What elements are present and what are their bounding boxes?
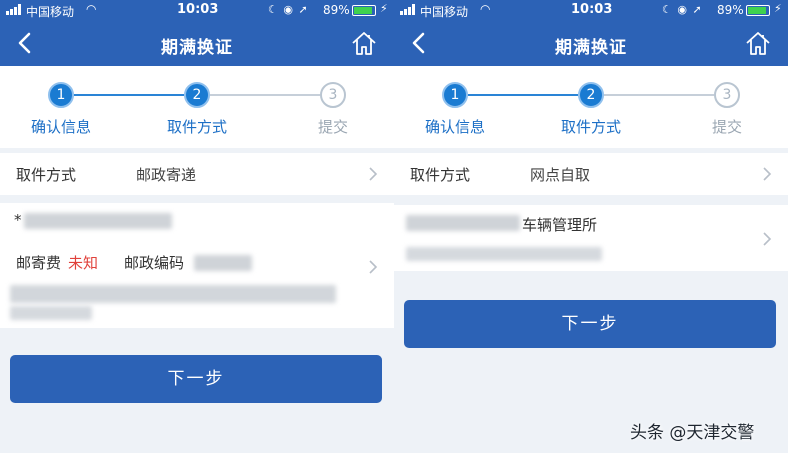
header-bar: 中国移动 ◠ 10:03 ☾ ◉ ➚ 89% ⚡ 期满换证 <box>394 0 788 66</box>
step-connector-pending <box>604 94 714 96</box>
wifi-icon: ◠ <box>480 2 491 16</box>
pickup-method-label: 取件方式 <box>410 166 471 184</box>
step-1-circle: 1 <box>442 82 468 108</box>
step-3-circle: 3 <box>714 82 740 108</box>
status-bar: 中国移动 ◠ 10:03 ☾ ◉ ➚ 89% ⚡ <box>0 0 394 20</box>
status-icons: ☾ ◉ ➚ <box>268 3 309 16</box>
status-bar: 中国移动 ◠ 10:03 ☾ ◉ ➚ 89% ⚡ <box>394 0 788 20</box>
chevron-right-icon <box>369 167 378 181</box>
step-2-label: 取件方式 <box>166 118 227 136</box>
left-screen: 中国移动 ◠ 10:03 ☾ ◉ ➚ 89% ⚡ 期满换证 1 2 3 确认信息… <box>0 0 394 453</box>
chevron-right-icon <box>763 232 772 246</box>
chevron-right-icon <box>763 167 772 181</box>
home-icon[interactable] <box>350 29 378 57</box>
pickup-location-card[interactable]: 车辆管理所 <box>394 205 788 271</box>
step-1-label: 确认信息 <box>424 118 485 136</box>
wifi-icon: ◠ <box>86 2 97 16</box>
location-name-suffix: 车辆管理所 <box>522 216 598 234</box>
battery-icon <box>746 5 770 16</box>
postcode-redacted <box>194 255 252 271</box>
pickup-method-row[interactable]: 取件方式 邮政寄递 <box>0 153 394 195</box>
carrier-name: 中国移动 <box>420 5 469 19</box>
location-name-redacted <box>406 215 520 231</box>
step-1-label: 确认信息 <box>30 118 91 136</box>
recipient-name-redacted <box>24 213 172 229</box>
battery-percent: 89% <box>717 3 744 17</box>
next-step-button[interactable]: 下一步 <box>404 300 776 348</box>
charging-icon: ⚡ <box>380 2 388 15</box>
status-icons: ☾ ◉ ➚ <box>662 3 703 16</box>
pickup-method-value: 网点自取 <box>530 166 591 184</box>
pickup-method-value: 邮政寄递 <box>136 166 197 184</box>
postcode-label: 邮政编码 <box>124 254 185 272</box>
next-step-button[interactable]: 下一步 <box>10 355 382 403</box>
step-2-circle: 2 <box>578 82 604 108</box>
recipient-name-prefix: * <box>14 211 22 229</box>
step-connector-done <box>74 94 184 96</box>
status-time: 10:03 <box>571 2 613 17</box>
postage-fee-value: 未知 <box>68 254 99 272</box>
step-3-circle: 3 <box>320 82 346 108</box>
step-3-label: 提交 <box>711 118 742 136</box>
pickup-method-row[interactable]: 取件方式 网点自取 <box>394 153 788 195</box>
step-connector-pending <box>210 94 320 96</box>
battery-icon <box>352 5 376 16</box>
address-line-2-redacted <box>10 306 92 320</box>
carrier-name: 中国移动 <box>26 5 75 19</box>
address-line-1-redacted <box>10 285 336 303</box>
step-1-circle: 1 <box>48 82 74 108</box>
location-address-redacted <box>406 247 602 261</box>
home-icon[interactable] <box>744 29 772 57</box>
signal-icon <box>6 4 22 15</box>
page-title: 期满换证 <box>555 38 627 58</box>
status-time: 10:03 <box>177 2 219 17</box>
progress-stepper: 1 2 3 确认信息 取件方式 提交 <box>394 66 788 148</box>
right-screen: 中国移动 ◠ 10:03 ☾ ◉ ➚ 89% ⚡ 期满换证 1 2 3 确认信息… <box>394 0 788 453</box>
mailing-address-card[interactable]: * 邮寄费 未知 邮政编码 <box>0 203 394 328</box>
postage-fee-label: 邮寄费 <box>16 254 62 272</box>
page-title: 期满换证 <box>161 38 233 58</box>
chevron-right-icon <box>369 260 378 274</box>
watermark-text: 头条 @天津交警 <box>630 423 755 443</box>
header-bar: 中国移动 ◠ 10:03 ☾ ◉ ➚ 89% ⚡ 期满换证 <box>0 0 394 66</box>
step-2-label: 取件方式 <box>560 118 621 136</box>
progress-stepper: 1 2 3 确认信息 取件方式 提交 <box>0 66 394 148</box>
pickup-method-label: 取件方式 <box>16 166 77 184</box>
step-3-label: 提交 <box>317 118 348 136</box>
signal-icon <box>400 4 416 15</box>
step-2-circle: 2 <box>184 82 210 108</box>
step-connector-done <box>468 94 578 96</box>
charging-icon: ⚡ <box>774 2 782 15</box>
battery-percent: 89% <box>323 3 350 17</box>
